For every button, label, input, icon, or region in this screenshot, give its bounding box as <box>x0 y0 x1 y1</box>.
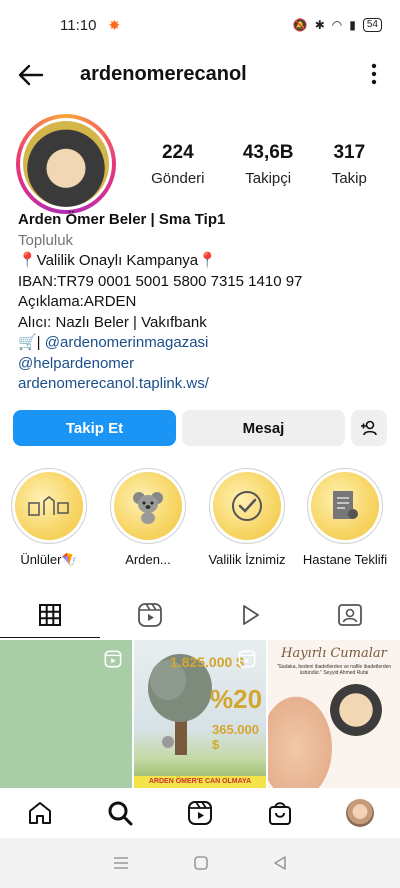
signal-icon: ▮ <box>349 18 356 32</box>
koala-icon <box>133 492 163 524</box>
status-time: 11:10 <box>60 16 97 34</box>
mute-bell-icon: 🔕 <box>292 18 308 32</box>
profile-category: Topluluk <box>18 231 74 249</box>
highlight-item[interactable]: Arden... <box>103 468 193 567</box>
home-icon <box>29 802 51 824</box>
tagged-person-icon <box>338 604 362 626</box>
stat-label: Takip <box>331 170 367 187</box>
profile-actions: Takip Et Mesaj <box>13 410 387 446</box>
post-quote: "Sadaka, bedeni ibadetlerden ve nafile i… <box>276 664 392 676</box>
stat-value: 43,6B <box>242 142 294 163</box>
wifi-icon: ◠ <box>331 18 343 32</box>
bluetooth-icon: ✱ <box>314 18 325 32</box>
highlight-item[interactable]: Hastane Teklifi <box>300 468 390 567</box>
stat-following[interactable]: 317 Takip <box>332 142 367 187</box>
post-thumbnail[interactable]: 1.825.000 $ %20 365.000 $ ARDEN ÖMER'E C… <box>134 640 266 788</box>
document-icon <box>333 491 358 519</box>
help-mention-link[interactable]: @helpardenomer <box>18 354 388 375</box>
highlight-item[interactable]: Valilik İznimiz <box>202 468 292 567</box>
reel-badge-icon <box>104 650 122 668</box>
shopping-bag-icon <box>269 802 291 825</box>
notification-dot-icon: ✸ <box>108 16 121 33</box>
reels-icon <box>138 603 162 627</box>
avatar-image <box>23 121 109 207</box>
bio-cart-line: 🛒| @ardenomerinmagazasi <box>18 333 388 354</box>
system-navigation <box>0 838 400 888</box>
reels-icon <box>188 801 212 825</box>
bio-line: Açıklama:ARDEN <box>18 293 137 310</box>
nav-shop[interactable] <box>260 793 300 833</box>
add-person-icon <box>361 420 377 436</box>
cart-prefix: 🛒| <box>18 334 45 351</box>
battery-indicator: 54 <box>362 18 382 32</box>
profile-header: ardenomerecanol <box>0 52 400 96</box>
post-grid: 1.825.000 $ %20 365.000 $ ARDEN ÖMER'E C… <box>0 640 400 788</box>
stat-value: 317 <box>333 142 366 163</box>
more-options-icon[interactable] <box>370 62 378 86</box>
story-highlights: Ünlüler🪁 Arden... Valilik İznimiz Hastan… <box>0 468 400 578</box>
bio-line: 📍Valilik Onaylı Kampanya📍 <box>18 252 217 269</box>
highlight-label: Hastane Teklifi <box>302 552 388 567</box>
store-mention-link[interactable]: @ardenomerinmagazasi <box>45 334 209 351</box>
praying-hands-image <box>268 688 338 788</box>
post-banner: ARDEN ÖMER'E CAN OLMAYA <box>134 776 266 788</box>
campaign-percent: %20 <box>210 684 263 714</box>
home-button-icon[interactable] <box>193 855 209 871</box>
tab-reels-feed[interactable] <box>100 592 200 638</box>
tab-posts-grid[interactable] <box>0 592 100 638</box>
campaign-collected: 365.000 $ <box>212 722 259 752</box>
highlight-item[interactable]: Ünlüler🪁 <box>4 468 94 568</box>
profile-display-name: Arden Ömer Beler | Sma Tip1 <box>18 211 226 228</box>
campaign-total: 1.825.000 $ <box>170 654 244 670</box>
highlight-cover <box>213 472 281 540</box>
user-avatar <box>346 799 374 827</box>
highlight-label: Ünlüler🪁 <box>20 552 78 567</box>
post-thumbnail[interactable] <box>0 640 132 788</box>
tab-videos[interactable] <box>200 592 300 638</box>
highlight-cover <box>15 472 83 540</box>
celebrity-icons-icon <box>28 496 69 516</box>
profile-tabs <box>0 592 400 638</box>
nav-home[interactable] <box>20 793 60 833</box>
back-arrow-icon[interactable] <box>16 60 46 90</box>
suggest-people-button[interactable] <box>351 410 387 446</box>
message-button[interactable]: Mesaj <box>182 410 345 446</box>
highlight-cover <box>114 472 182 540</box>
website-link[interactable]: ardenomerecanol.taplink.ws/ <box>18 374 388 395</box>
follow-button[interactable]: Takip Et <box>13 410 176 446</box>
search-icon <box>108 801 133 826</box>
profile-username: ardenomerecanol <box>80 63 247 85</box>
nav-profile[interactable] <box>340 793 380 833</box>
stat-value: 224 <box>161 142 194 163</box>
grid-icon <box>39 603 61 626</box>
highlight-cover <box>311 472 379 540</box>
bio-line: IBAN:TR79 0001 5001 5800 7315 1410 97 <box>18 272 303 290</box>
post-title: Hayırlı Cumalar <box>281 646 387 661</box>
back-triangle-icon[interactable] <box>272 855 288 871</box>
highlight-label: Arden... <box>125 552 171 567</box>
profile-bio: Arden Ömer Beler | Sma Tip1 Topluluk 📍Va… <box>18 210 388 395</box>
post-thumbnail[interactable]: Hayırlı Cumalar "Sadaka, bedeni ibadetle… <box>268 640 400 788</box>
recent-apps-icon[interactable] <box>112 856 130 870</box>
nav-reels[interactable] <box>180 793 220 833</box>
stat-posts[interactable]: 224 Gönderi <box>151 142 204 187</box>
reel-badge-icon <box>238 650 256 668</box>
status-icons: 🔕 ✱ ◠ ▮ 54 <box>293 18 382 32</box>
tab-tagged[interactable] <box>300 592 400 638</box>
profile-avatar[interactable] <box>16 114 116 214</box>
play-icon <box>243 605 259 625</box>
bottom-navigation <box>0 788 400 838</box>
stat-label: Gönderi <box>151 170 205 187</box>
highlight-label: Valilik İznimiz <box>208 552 286 567</box>
stat-followers[interactable]: 43,6B Takipçi <box>243 142 294 187</box>
profile-stats: 224 Gönderi 43,6B Takipçi 317 Takip <box>132 142 386 187</box>
bio-line: Alıcı: Nazlı Beler | Vakıfbank <box>18 313 207 331</box>
nav-search[interactable] <box>100 793 140 833</box>
status-bar: 11:10 ✸ 🔕 ✱ ◠ ▮ 54 <box>0 0 400 50</box>
checkmark-circle-icon <box>232 491 262 521</box>
stat-label: Takipçi <box>245 170 292 187</box>
child-photo-circle <box>330 684 382 736</box>
